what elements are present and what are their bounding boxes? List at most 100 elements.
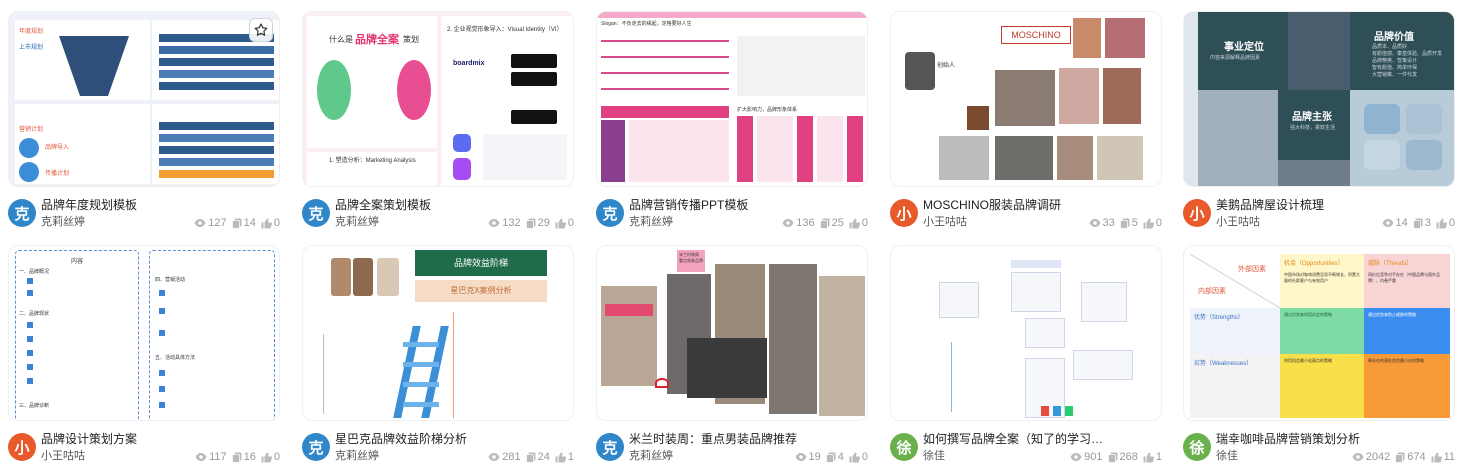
template-thumbnail[interactable]: MOSCHINO 创始人 bbox=[890, 11, 1162, 187]
author-name[interactable]: 小王咕咕 bbox=[1216, 215, 1260, 229]
thumb-text: boardmix bbox=[453, 60, 485, 67]
template-title[interactable]: 米兰时装周：重点男装品牌推荐 bbox=[629, 431, 865, 447]
template-title[interactable]: 品牌营销传播PPT模板 bbox=[629, 197, 865, 213]
thumb-up-icon bbox=[1143, 452, 1154, 462]
avatar[interactable]: 小 bbox=[8, 433, 36, 461]
thumb-text: 优势（Strengths） bbox=[1194, 315, 1244, 321]
template-title[interactable]: 瑞幸咖啡品牌营销策划分析 bbox=[1216, 431, 1452, 447]
thumb-text: 中国市场对咖啡消费呈现不断增长，积累大量的社群客户与有效用户 bbox=[1284, 272, 1360, 283]
template-title[interactable]: 品牌设计策划方案 bbox=[41, 431, 277, 447]
copy-count: 3 bbox=[1424, 217, 1431, 229]
template-card[interactable]: MOSCHINO 创始人 小 MOSCHINO服装品牌调研 小王咕咕 33 5 … bbox=[890, 11, 1162, 239]
template-card[interactable]: 徐 如何撰写品牌全案（知了的学习… 徐佳 901 268 1 bbox=[890, 245, 1162, 473]
copy-icon bbox=[525, 452, 536, 463]
template-thumbnail[interactable]: 内容 一、品牌概况 二、品牌现状 三、品牌诊断 四、营销活动 五、活动具体方法 bbox=[8, 245, 280, 421]
author-name[interactable]: 克莉丝婷 bbox=[335, 215, 379, 229]
like-count: 0 bbox=[567, 217, 574, 229]
author-name[interactable]: 徐佳 bbox=[923, 449, 945, 463]
template-thumbnail[interactable]: 米兰时装周 重点男装品牌 bbox=[596, 245, 868, 421]
template-card[interactable]: 年度规划 上市规划 营销计划 品牌导入 传播计划 克 品牌年度规划模板 克莉丝婷… bbox=[8, 11, 280, 239]
author-name[interactable]: 徐佳 bbox=[1216, 449, 1238, 463]
template-thumbnail[interactable]: 外部因素 内部因素 机会（Opportunities） 中国市场对咖啡消费呈现不… bbox=[1183, 245, 1455, 421]
thumb-up-icon bbox=[261, 452, 272, 462]
like-count: 0 bbox=[1448, 217, 1455, 229]
template-stats: 127 14 0 bbox=[194, 217, 280, 229]
template-title[interactable]: 星巴克品牌效益阶梯分析 bbox=[335, 431, 571, 447]
template-thumbnail[interactable]: 事业定位 内容来源解释品牌因素 品牌价值 品质本、品质好 有颜值感、秦皇体验、品… bbox=[1183, 11, 1455, 187]
view-count: 14 bbox=[1395, 217, 1408, 229]
thumb-text: 星巴克X案例分析 bbox=[415, 280, 547, 302]
template-title[interactable]: 如何撰写品牌全案（知了的学习… bbox=[923, 431, 1159, 447]
thumb-up-icon bbox=[849, 218, 860, 228]
like-count: 0 bbox=[273, 217, 280, 229]
avatar[interactable]: 克 bbox=[596, 433, 624, 461]
thumb-text: 1. 塑造分析：Marketing Analysis bbox=[329, 158, 416, 164]
avatar[interactable]: 徐 bbox=[1183, 433, 1211, 461]
thumb-text: 营销计划 bbox=[19, 127, 44, 133]
template-thumbnail[interactable] bbox=[890, 245, 1162, 421]
like-count: 0 bbox=[861, 217, 868, 229]
copy-count: 268 bbox=[1119, 451, 1138, 463]
template-thumbnail[interactable]: 年度规划 上市规划 营销计划 品牌导入 传播计划 bbox=[8, 11, 280, 187]
thumb-up-icon bbox=[849, 452, 860, 462]
avatar[interactable]: 小 bbox=[1183, 199, 1211, 227]
view-count: 33 bbox=[1102, 217, 1115, 229]
eye-icon bbox=[488, 219, 500, 227]
thumb-text: 内部因素 bbox=[1198, 288, 1226, 295]
template-title[interactable]: MOSCHINO服装品牌调研 bbox=[923, 197, 1159, 213]
template-card[interactable]: 事业定位 内容来源解释品牌因素 品牌价值 品质本、品质好 有颜值感、秦皇体验、品… bbox=[1183, 11, 1455, 239]
template-stats: 136 25 0 bbox=[782, 217, 868, 229]
copy-icon bbox=[819, 218, 830, 229]
thumb-text: 三、品牌诊断 bbox=[19, 403, 50, 409]
avatar[interactable]: 克 bbox=[596, 199, 624, 227]
thumb-text: 年度规划 bbox=[19, 29, 44, 35]
view-count: 127 bbox=[208, 217, 227, 229]
thumb-text: Slogan：不负走去的缘起，定格要好人生 bbox=[601, 21, 692, 27]
thumb-text: 内容来源解释品牌因素 bbox=[1210, 55, 1261, 61]
avatar[interactable]: 小 bbox=[890, 199, 918, 227]
template-title[interactable]: 品牌年度规划模板 bbox=[41, 197, 277, 213]
copy-count: 5 bbox=[1131, 217, 1138, 229]
thumb-text: 通过优势来防止威胁的策略 bbox=[1368, 312, 1416, 317]
author-name[interactable]: 克莉丝婷 bbox=[335, 449, 379, 463]
author-name[interactable]: 克莉丝婷 bbox=[629, 215, 673, 229]
copy-icon bbox=[1412, 218, 1423, 229]
eye-icon bbox=[1070, 453, 1082, 461]
template-grid: 年度规划 上市规划 营销计划 品牌导入 传播计划 克 品牌年度规划模板 克莉丝婷… bbox=[0, 0, 1463, 473]
thumb-text: 品牌价值 bbox=[1374, 32, 1414, 43]
template-stats: 19 4 0 bbox=[795, 451, 868, 463]
template-title[interactable]: 美鹅品牌屋设计梳理 bbox=[1216, 197, 1452, 213]
copy-icon bbox=[1107, 452, 1118, 463]
thumb-up-icon bbox=[1436, 218, 1447, 228]
author-name[interactable]: 小王咕咕 bbox=[923, 215, 967, 229]
template-card[interactable]: 品牌效益阶梯 星巴克X案例分析 克 星巴克品牌效益阶梯分析 克莉丝婷 281 2… bbox=[302, 245, 574, 473]
copy-icon bbox=[825, 452, 836, 463]
template-thumbnail[interactable]: Slogan：不负走去的缘起，定格要好人生 扩大影响力，品牌形象体系 bbox=[596, 11, 868, 187]
template-card[interactable]: 什么是 品牌全案 策划 1. 塑造分析：Marketing Analysis 2… bbox=[302, 11, 574, 239]
template-card[interactable]: Slogan：不负走去的缘起，定格要好人生 扩大影响力，品牌形象体系 克 品牌营… bbox=[596, 11, 868, 239]
avatar[interactable]: 克 bbox=[8, 199, 36, 227]
template-card[interactable]: 外部因素 内部因素 机会（Opportunities） 中国市场对咖啡消费呈现不… bbox=[1183, 245, 1455, 473]
avatar[interactable]: 克 bbox=[302, 199, 330, 227]
template-thumbnail[interactable]: 什么是 品牌全案 策划 1. 塑造分析：Marketing Analysis 2… bbox=[302, 11, 574, 187]
author-name[interactable]: 小王咕咕 bbox=[41, 449, 85, 463]
favorite-button[interactable] bbox=[249, 18, 273, 42]
copy-icon bbox=[1119, 218, 1130, 229]
eye-icon bbox=[782, 219, 794, 227]
avatar[interactable]: 徐 bbox=[890, 433, 918, 461]
eye-icon bbox=[194, 219, 206, 227]
thumb-text: 通过优势来利用机会的策略 bbox=[1284, 312, 1332, 317]
template-card[interactable]: 米兰时装周 重点男装品牌 克 米兰时装周：重点男装品牌推荐 克莉丝婷 19 4 … bbox=[596, 245, 868, 473]
template-card[interactable]: 内容 一、品牌概况 二、品牌现状 三、品牌诊断 四、营销活动 五、活动具体方法 bbox=[8, 245, 280, 473]
author-name[interactable]: 克莉丝婷 bbox=[629, 449, 673, 463]
thumb-text: 品牌效益阶梯 bbox=[415, 250, 547, 276]
thumb-up-icon bbox=[1143, 218, 1154, 228]
thumb-text: 四、营销活动 bbox=[155, 277, 186, 283]
template-thumbnail[interactable]: 品牌效益阶梯 星巴克X案例分析 bbox=[302, 245, 574, 421]
template-stats: 33 5 0 bbox=[1089, 217, 1162, 229]
copy-count: 29 bbox=[537, 217, 550, 229]
author-name[interactable]: 克莉丝婷 bbox=[41, 215, 85, 229]
eye-icon bbox=[1089, 219, 1100, 227]
avatar[interactable]: 克 bbox=[302, 433, 330, 461]
template-title[interactable]: 品牌全案策划模板 bbox=[335, 197, 571, 213]
